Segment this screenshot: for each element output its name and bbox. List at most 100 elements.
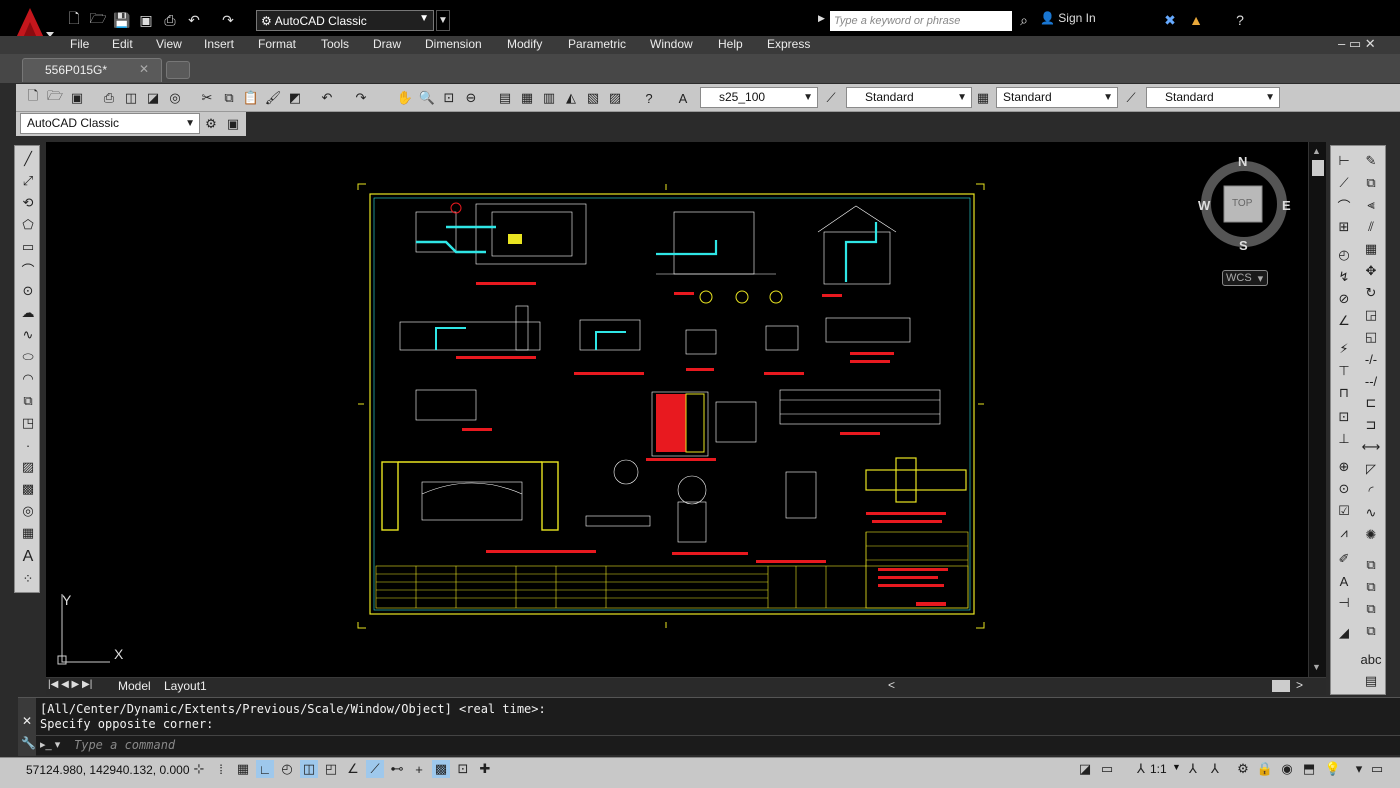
layout-navigation-icons[interactable]: |◀ ◀ ▶ ▶|	[48, 679, 92, 690]
menu-dimension[interactable]: Dimension	[425, 37, 482, 51]
help-icon[interactable]: ?	[640, 89, 658, 107]
tab-model[interactable]: Model	[118, 679, 151, 693]
hatch-back-icon[interactable]: ▤	[1361, 672, 1381, 690]
command-prompt-icon[interactable]: ▸_ ▾	[40, 738, 60, 751]
arc-length-icon[interactable]: ⌒	[1334, 196, 1354, 214]
revision-cloud-icon[interactable]: ☁	[18, 304, 38, 322]
trim-icon[interactable]: -/-	[1361, 350, 1381, 368]
array-icon[interactable]: ▦	[1361, 240, 1381, 258]
object-snap-icon[interactable]: ◫	[300, 760, 318, 778]
table-style-icon[interactable]: ▦	[974, 89, 992, 107]
compass-south[interactable]: S	[1239, 238, 1248, 253]
explode-icon[interactable]: ✺	[1361, 526, 1381, 544]
compass-north[interactable]: N	[1238, 154, 1247, 169]
object-snap-tracking-icon[interactable]: ∠	[344, 760, 362, 778]
draw-order-under-icon[interactable]: ⧉	[1361, 622, 1381, 640]
point-icon[interactable]: ·	[18, 436, 38, 454]
redo-icon[interactable]: ↷	[352, 89, 370, 107]
scroll-up-icon[interactable]: ▲	[1312, 146, 1321, 156]
save-icon[interactable]: ▣	[68, 89, 86, 107]
match-properties-icon[interactable]: 🖌	[264, 89, 282, 107]
menu-insert[interactable]: Insert	[204, 37, 234, 51]
properties-icon[interactable]: ▤	[496, 89, 514, 107]
compass-east[interactable]: E	[1282, 198, 1291, 213]
pan-icon[interactable]: ✋	[396, 89, 414, 107]
menu-draw[interactable]: Draw	[373, 37, 401, 51]
join-icon[interactable]: ⟷	[1361, 438, 1381, 456]
radius-icon[interactable]: ◴	[1334, 246, 1354, 264]
window-controls[interactable]: – ▭ ✕	[1338, 36, 1376, 52]
stretch-icon[interactable]: ◱	[1361, 328, 1381, 346]
vertical-scroll-thumb[interactable]	[1312, 160, 1324, 176]
aligned-dimension-icon[interactable]: ⟋	[1334, 174, 1354, 192]
table-style-select[interactable]: Standard ▼	[996, 87, 1118, 108]
status-menu-icon[interactable]: ▾	[1350, 760, 1368, 778]
dim-style-select[interactable]: Standard ▼	[846, 87, 972, 108]
annotation-scale-value[interactable]: 1:1	[1150, 762, 1167, 776]
search-input[interactable]: Type a keyword or phrase	[830, 11, 1012, 31]
menu-window[interactable]: Window	[650, 37, 693, 51]
continue-icon[interactable]: ⊓	[1334, 384, 1354, 402]
draw-order-back-icon[interactable]: ⧉	[1361, 578, 1381, 596]
region-icon[interactable]: ◎	[18, 502, 38, 520]
menu-edit[interactable]: Edit	[112, 37, 133, 51]
blend-curves-icon[interactable]: ∿	[1361, 504, 1381, 522]
dynamic-ucs-icon[interactable]: ⟋	[366, 760, 384, 778]
erase-icon[interactable]: ✎	[1361, 152, 1381, 170]
dim-space-icon[interactable]: ⊥	[1334, 430, 1354, 448]
zoom-previous-icon[interactable]: ⊖	[462, 89, 480, 107]
dim-update-icon[interactable]: A	[1334, 572, 1354, 590]
autodesk-360-icon[interactable]: ▲	[1186, 10, 1206, 30]
rectangle-icon[interactable]: ▭	[18, 238, 38, 256]
dynamic-input-icon[interactable]: ⊷	[388, 760, 406, 778]
offset-icon[interactable]: ⫽	[1361, 218, 1381, 236]
quick-calc-icon[interactable]: ▨	[606, 89, 624, 107]
wcs-menu[interactable]: WCS ▾	[1222, 270, 1268, 286]
save-icon[interactable]: 💾	[112, 10, 132, 30]
zoom-realtime-icon[interactable]: 🔍	[418, 89, 436, 107]
copy-icon[interactable]: ⧉	[220, 89, 238, 107]
text-front-icon[interactable]: abc	[1361, 650, 1382, 668]
publish-icon[interactable]: ◪	[144, 89, 162, 107]
hatch-icon[interactable]: ▨	[18, 458, 38, 476]
binoculars-icon[interactable]: ⌕	[1014, 10, 1034, 30]
dim-style-icon[interactable]: ⟋	[822, 89, 840, 107]
text-style-select[interactable]: s25_100 ▼	[700, 87, 818, 108]
draw-order-above-icon[interactable]: ⧉	[1361, 600, 1381, 618]
dim-edit-icon[interactable]: ⩘	[1334, 524, 1354, 542]
transparency-icon[interactable]: ▩	[432, 760, 450, 778]
extend-icon[interactable]: --/	[1361, 372, 1381, 390]
polar-tracking-icon[interactable]: ◴	[278, 760, 296, 778]
ordinate-icon[interactable]: ⊞	[1334, 218, 1354, 236]
qnew-icon[interactable]: 🗋	[64, 10, 84, 30]
infer-constraints-icon[interactable]: ⊹	[190, 760, 208, 778]
lock-icon[interactable]: 🔒	[1256, 760, 1274, 778]
help-icon[interactable]: ?	[1230, 10, 1250, 30]
annotation-visibility-icon[interactable]: ⅄	[1184, 760, 1202, 778]
copy-object-icon[interactable]: ⧉	[1361, 174, 1381, 192]
make-block-icon[interactable]: ◳	[18, 414, 38, 432]
customize-icon[interactable]: ▣	[224, 115, 242, 133]
scroll-right-icon[interactable]: >	[1296, 678, 1303, 692]
workspace-select[interactable]: ⚙ AutoCAD Classic ▼	[256, 10, 434, 31]
jogged-icon[interactable]: ↯	[1334, 268, 1354, 286]
grid-display-icon[interactable]: ▦	[234, 760, 252, 778]
wrench-icon[interactable]: 🔧	[21, 736, 36, 750]
add-selected-icon[interactable]: ⁘	[18, 570, 38, 588]
gradient-icon[interactable]: ▩	[18, 480, 38, 498]
ortho-mode-icon[interactable]: ∟	[256, 760, 274, 778]
spline-icon[interactable]: ∿	[18, 326, 38, 344]
plot-preview-icon[interactable]: ◫	[122, 89, 140, 107]
break-icon[interactable]: ⊐	[1361, 416, 1381, 434]
plot-icon[interactable]: ⎙	[100, 89, 118, 107]
linear-dimension-icon[interactable]: ⊢	[1334, 152, 1354, 170]
menu-view[interactable]: View	[156, 37, 182, 51]
ellipse-arc-icon[interactable]: ◠	[18, 370, 38, 388]
ellipse-icon[interactable]: ⬭	[18, 348, 38, 366]
zoom-window-icon[interactable]: ⊡	[440, 89, 458, 107]
tolerance-icon[interactable]: ⊡	[1334, 408, 1354, 426]
snap-mode-icon[interactable]: ⁞	[212, 760, 230, 778]
menu-format[interactable]: Format	[258, 37, 296, 51]
sheet-set-icon[interactable]: ◭	[562, 89, 580, 107]
menu-tools[interactable]: Tools	[321, 37, 349, 51]
